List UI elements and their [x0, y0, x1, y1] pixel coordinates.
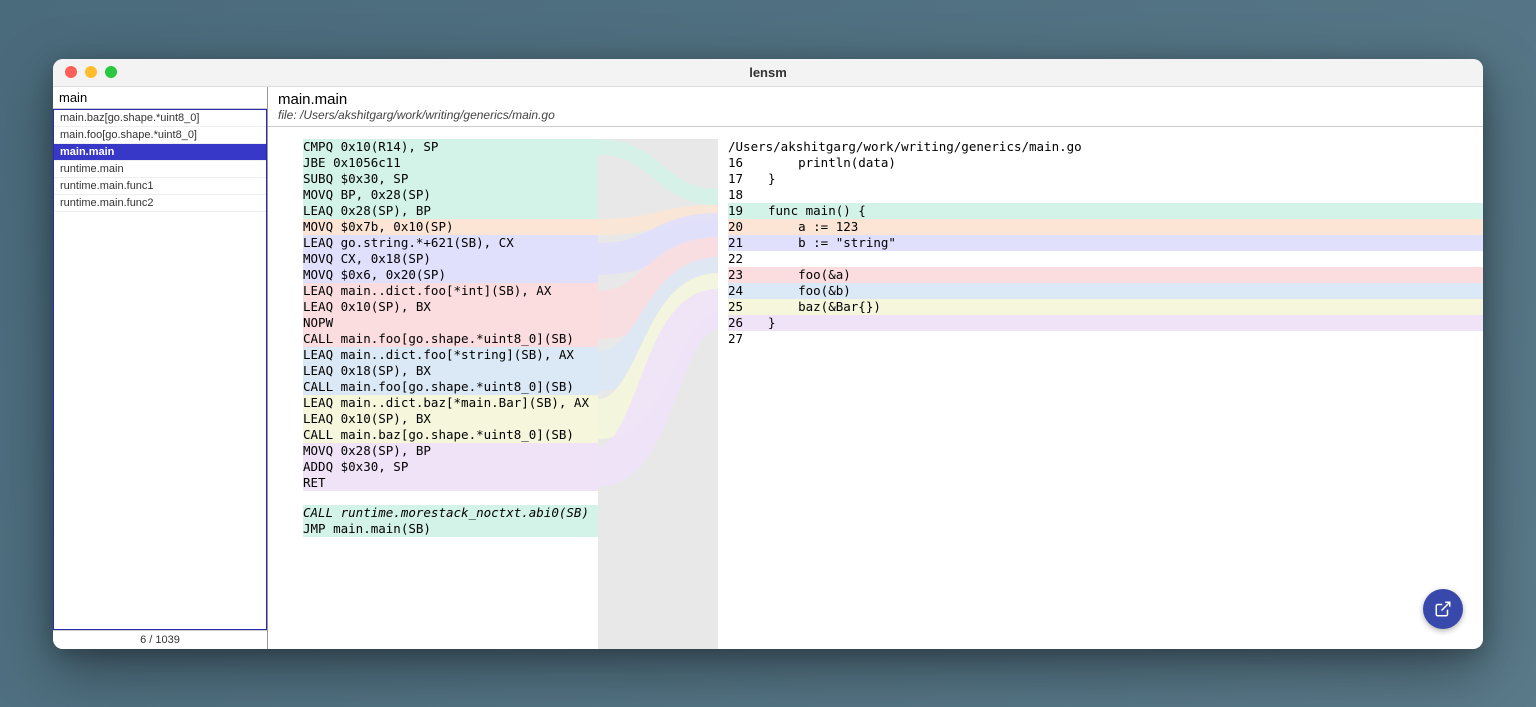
line-number: 18 [728, 187, 768, 203]
source-pane[interactable]: /Users/akshitgarg/work/writing/generics/… [718, 139, 1483, 649]
asm-line[interactable]: CALL main.foo[go.shape.*uint8_0](SB) [303, 379, 598, 395]
asm-line[interactable]: LEAQ 0x18(SP), BX [303, 363, 598, 379]
source-line[interactable]: 22 [728, 251, 1483, 267]
source-code: b := "string" [768, 235, 896, 251]
asm-line[interactable]: MOVQ 0x28(SP), BP [303, 443, 598, 459]
open-external-button[interactable] [1423, 589, 1463, 629]
asm-line[interactable]: MOVQ CX, 0x18(SP) [303, 251, 598, 267]
source-code: a := 123 [768, 219, 858, 235]
asm-line[interactable]: LEAQ main..dict.foo[*int](SB), AX [303, 283, 598, 299]
source-code: } [768, 171, 776, 187]
source-line[interactable]: 19func main() { [728, 203, 1483, 219]
source-code: foo(&b) [768, 283, 851, 299]
content-area: main.baz[go.shape.*uint8_0]main.foo[go.s… [53, 87, 1483, 649]
source-line[interactable]: 16 println(data) [728, 155, 1483, 171]
window-title: lensm [749, 65, 787, 80]
source-line[interactable]: 24 foo(&b) [728, 283, 1483, 299]
asm-line[interactable]: ADDQ $0x30, SP [303, 459, 598, 475]
line-number: 20 [728, 219, 768, 235]
source-line[interactable]: 27 [728, 331, 1483, 347]
function-list-item[interactable]: runtime.main.func1 [54, 178, 266, 195]
function-list-item[interactable]: main.main [54, 144, 266, 161]
asm-line[interactable]: SUBQ $0x30, SP [303, 171, 598, 187]
source-code: foo(&a) [768, 267, 851, 283]
asm-line[interactable]: LEAQ go.string.*+621(SB), CX [303, 235, 598, 251]
asm-line[interactable]: LEAQ 0x10(SP), BX [303, 411, 598, 427]
traffic-lights [53, 66, 117, 78]
asm-line[interactable]: MOVQ $0x7b, 0x10(SP) [303, 219, 598, 235]
asm-line[interactable]: RET [303, 475, 598, 491]
connection-gap [598, 139, 718, 649]
asm-line[interactable]: CMPQ 0x10(R14), SP [303, 139, 598, 155]
function-list-item[interactable]: runtime.main [54, 161, 266, 178]
zoom-window-button[interactable] [105, 66, 117, 78]
code-panes: CMPQ 0x10(R14), SPJBE 0x1056c11SUBQ $0x3… [268, 127, 1483, 649]
line-number: 24 [728, 283, 768, 299]
source-line[interactable]: 20 a := 123 [728, 219, 1483, 235]
line-number: 17 [728, 171, 768, 187]
open-external-icon [1434, 600, 1452, 618]
asm-line[interactable]: CALL main.baz[go.shape.*uint8_0](SB) [303, 427, 598, 443]
asm-line[interactable]: NOPW [303, 315, 598, 331]
function-list-item[interactable]: runtime.main.func2 [54, 195, 266, 212]
line-number: 16 [728, 155, 768, 171]
asm-line[interactable]: MOVQ $0x6, 0x20(SP) [303, 267, 598, 283]
source-code: func main() { [768, 203, 866, 219]
sidebar-count: 6 / 1039 [53, 630, 267, 649]
source-line[interactable]: 25 baz(&Bar{}) [728, 299, 1483, 315]
minimize-window-button[interactable] [85, 66, 97, 78]
asm-line[interactable]: LEAQ main..dict.baz[*main.Bar](SB), AX [303, 395, 598, 411]
sidebar: main.baz[go.shape.*uint8_0]main.foo[go.s… [53, 87, 268, 649]
source-line[interactable]: 23 foo(&a) [728, 267, 1483, 283]
function-list-item[interactable]: main.baz[go.shape.*uint8_0] [54, 110, 266, 127]
source-code: baz(&Bar{}) [768, 299, 881, 315]
assembly-pane[interactable]: CMPQ 0x10(R14), SPJBE 0x1056c11SUBQ $0x3… [268, 139, 598, 649]
line-number: 26 [728, 315, 768, 331]
line-number: 19 [728, 203, 768, 219]
app-window: lensm main.baz[go.shape.*uint8_0]main.fo… [53, 59, 1483, 649]
line-number: 27 [728, 331, 768, 347]
function-file-path: file: /Users/akshitgarg/work/writing/gen… [278, 108, 1473, 122]
close-window-button[interactable] [65, 66, 77, 78]
main-pane: main.main file: /Users/akshitgarg/work/w… [268, 87, 1483, 649]
asm-line[interactable]: CALL runtime.morestack_noctxt.abi0(SB) [303, 505, 598, 521]
search-input[interactable] [53, 87, 267, 109]
function-header: main.main file: /Users/akshitgarg/work/w… [268, 87, 1483, 127]
source-line[interactable]: 17} [728, 171, 1483, 187]
function-name: main.main [278, 91, 1473, 108]
asm-line[interactable]: CALL main.foo[go.shape.*uint8_0](SB) [303, 331, 598, 347]
asm-line[interactable]: JBE 0x1056c11 [303, 155, 598, 171]
line-number: 25 [728, 299, 768, 315]
titlebar: lensm [53, 59, 1483, 87]
line-number: 21 [728, 235, 768, 251]
source-line[interactable]: 18 [728, 187, 1483, 203]
source-code: } [768, 315, 776, 331]
line-number: 22 [728, 251, 768, 267]
source-line[interactable]: 21 b := "string" [728, 235, 1483, 251]
function-list-item[interactable]: main.foo[go.shape.*uint8_0] [54, 127, 266, 144]
line-number: 23 [728, 267, 768, 283]
asm-line[interactable]: LEAQ 0x10(SP), BX [303, 299, 598, 315]
function-list[interactable]: main.baz[go.shape.*uint8_0]main.foo[go.s… [53, 109, 267, 630]
asm-line[interactable]: MOVQ BP, 0x28(SP) [303, 187, 598, 203]
source-file-path: /Users/akshitgarg/work/writing/generics/… [728, 139, 1483, 155]
asm-line[interactable]: LEAQ 0x28(SP), BP [303, 203, 598, 219]
asm-line[interactable]: JMP main.main(SB) [303, 521, 598, 537]
source-code: println(data) [768, 155, 896, 171]
asm-line[interactable]: LEAQ main..dict.foo[*string](SB), AX [303, 347, 598, 363]
source-line[interactable]: 26} [728, 315, 1483, 331]
